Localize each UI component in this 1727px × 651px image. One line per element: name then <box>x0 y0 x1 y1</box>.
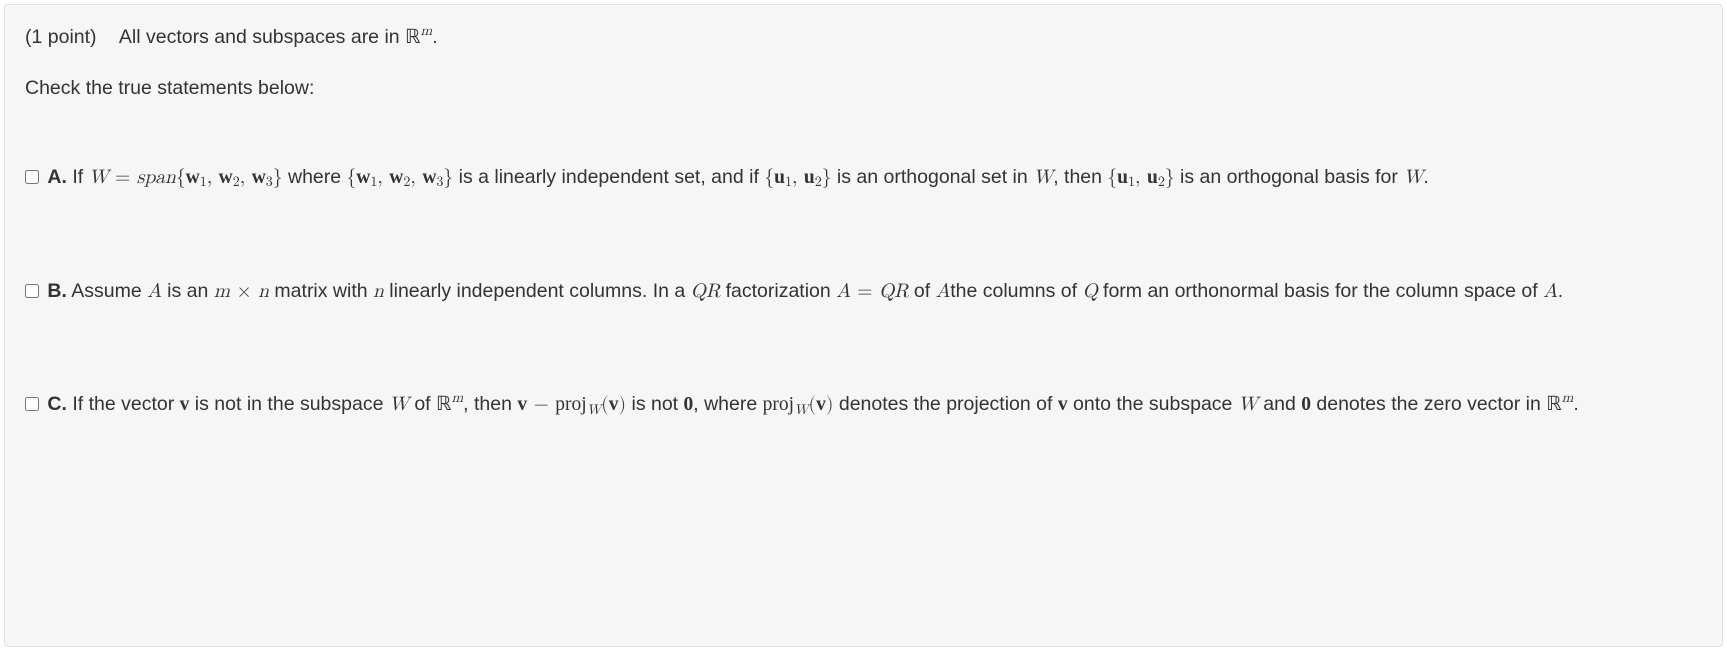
instruction-text: Check the true statements below: <box>25 74 1702 102</box>
checkbox-a[interactable] <box>25 170 39 184</box>
option-a-text: If W = span{w1, w2, w3} where {w1, w2, w… <box>67 166 1429 188</box>
problem-container: (1 point) All vectors and subspaces are … <box>4 4 1723 647</box>
option-c-label: C. <box>47 393 67 415</box>
problem-header: (1 point) All vectors and subspaces are … <box>25 23 1702 52</box>
option-b: B. Assume A is an m × n matrix with n li… <box>25 277 1702 305</box>
option-b-text: Assume A is an m × n matrix with n linea… <box>67 280 1563 302</box>
option-a-label: A. <box>47 166 67 188</box>
option-c-text: If the vector v is not in the subspace W… <box>67 393 1579 415</box>
option-a: A. If W = span{w1, w2, w3} where {w1, w2… <box>25 163 1702 192</box>
context-text: All vectors and subspaces are in ℝm. <box>119 26 438 48</box>
option-b-label: B. <box>47 280 67 302</box>
option-c: C. If the vector v is not in the subspac… <box>25 390 1702 419</box>
points-label: (1 point) <box>25 26 97 48</box>
checkbox-c[interactable] <box>25 397 39 411</box>
checkbox-b[interactable] <box>25 284 39 298</box>
